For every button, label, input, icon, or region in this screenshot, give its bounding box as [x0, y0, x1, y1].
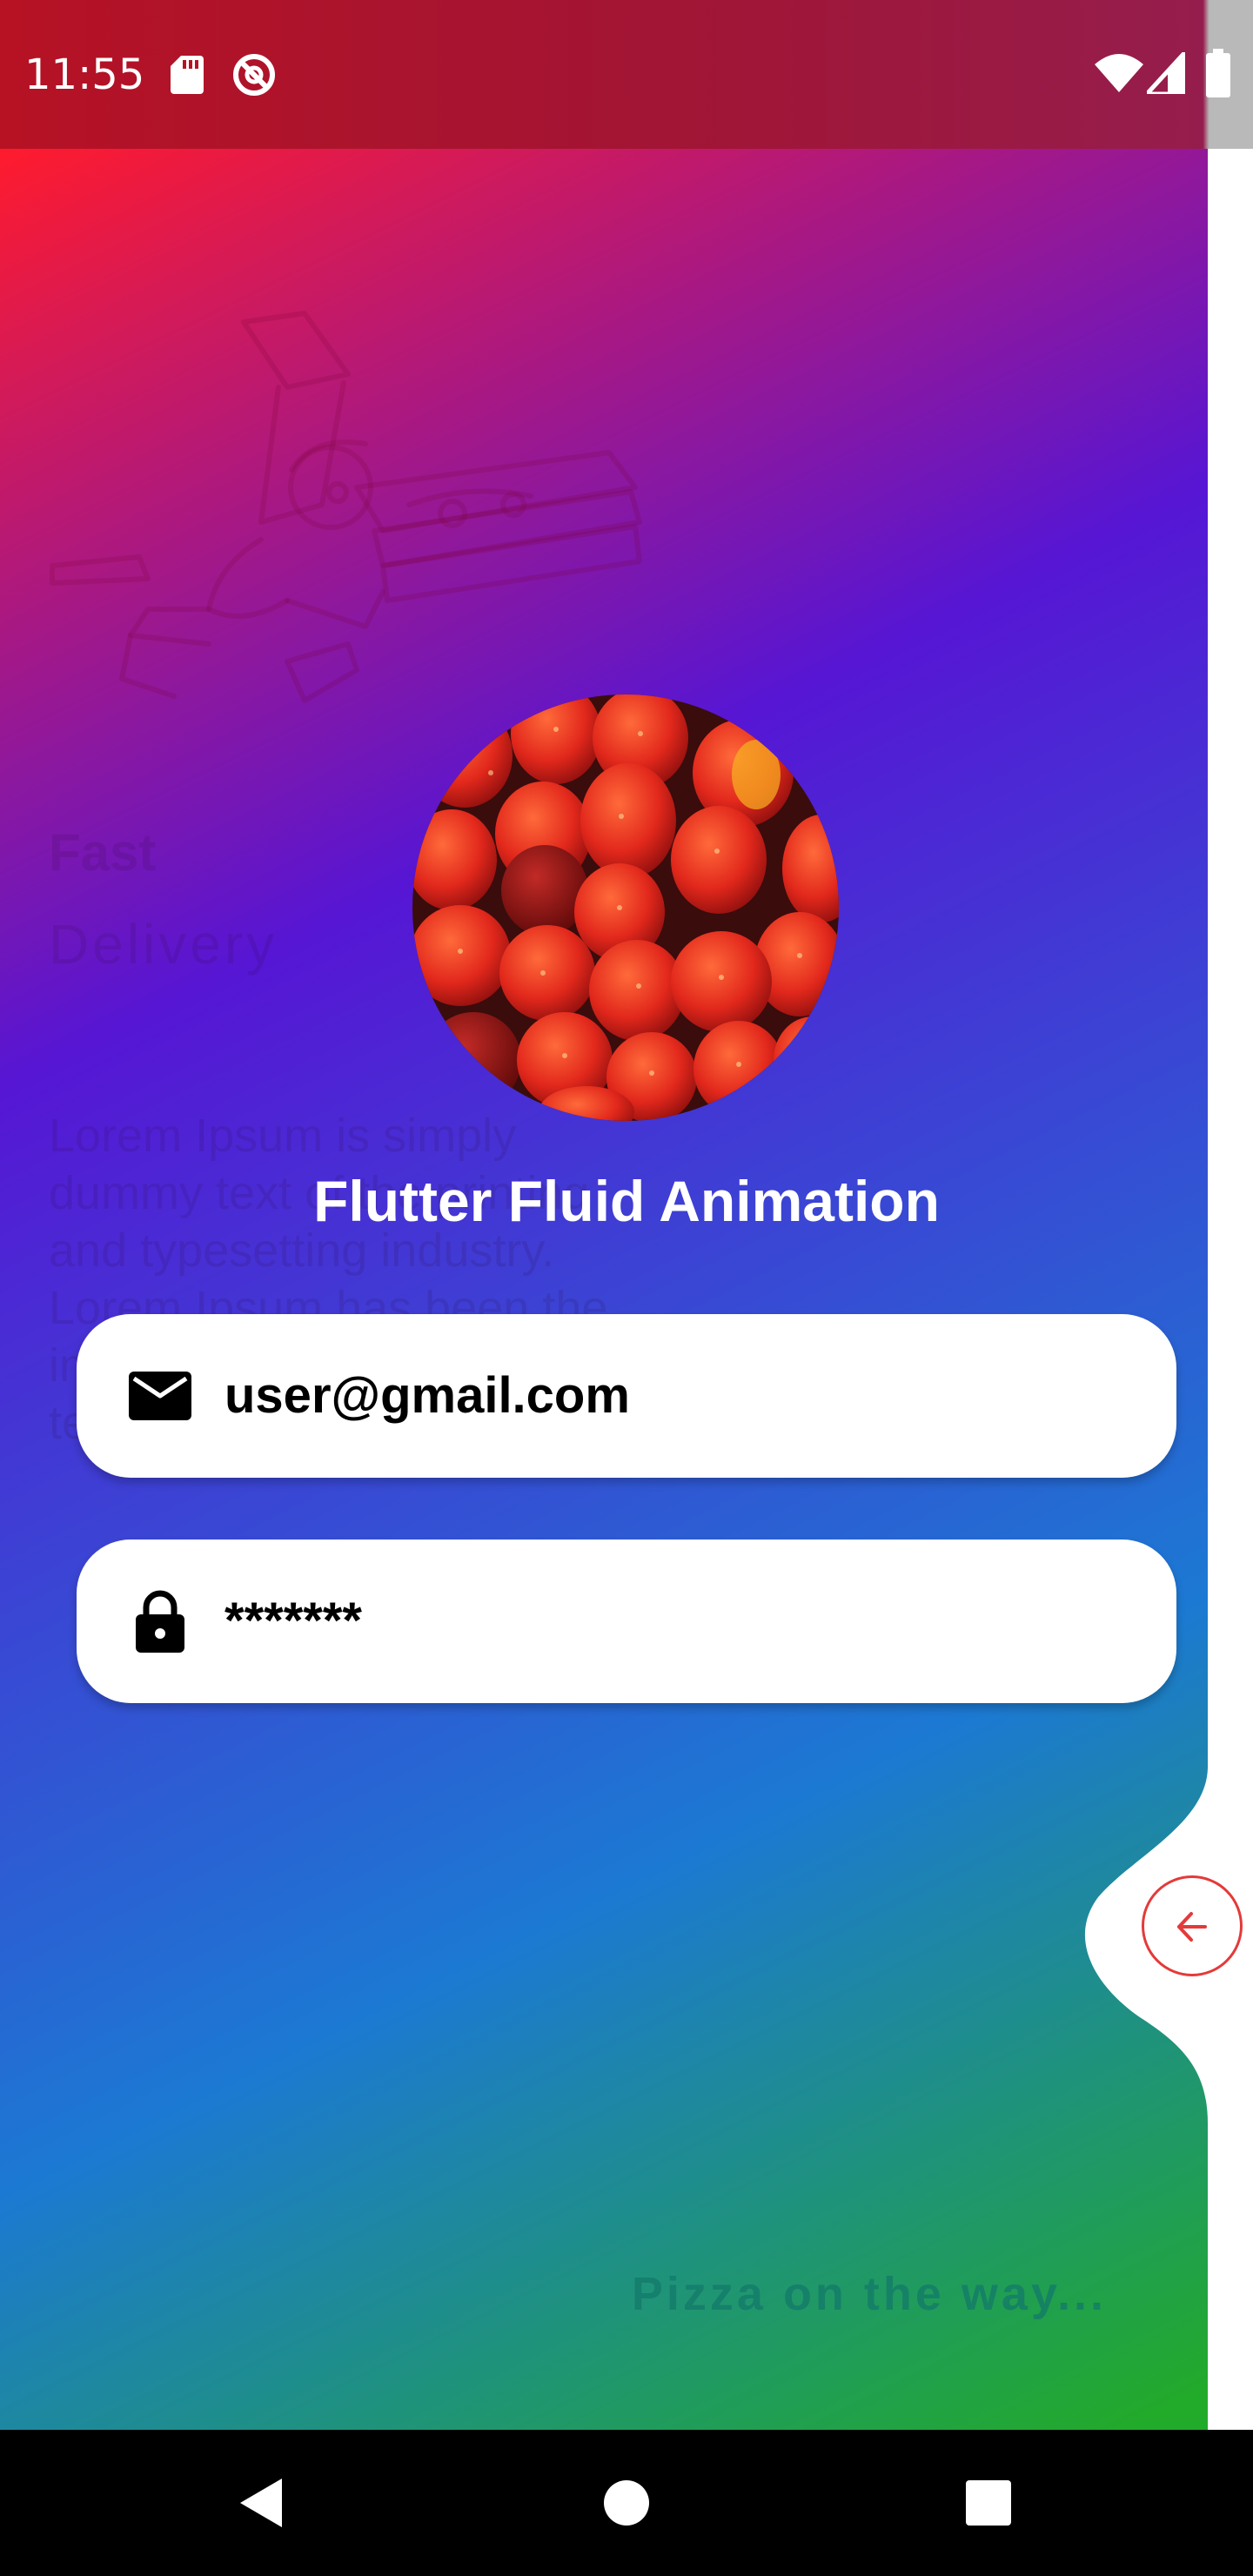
- background-title: Fast: [49, 823, 157, 882]
- signal-icon: [1147, 52, 1185, 94]
- battery-icon: [1206, 49, 1230, 97]
- back-button[interactable]: [1142, 1875, 1243, 1976]
- sd-card-icon: [171, 56, 204, 94]
- navigation-bar: [0, 2430, 1253, 2576]
- strawberries-image: [412, 694, 839, 1121]
- status-bar: 11:55: [0, 0, 1253, 149]
- home-icon[interactable]: [602, 2466, 651, 2539]
- wifi-icon: [1095, 54, 1143, 92]
- status-time: 11:55: [24, 50, 145, 99]
- bottom-caption: Pizza on the way...: [631, 2268, 1107, 2320]
- mail-icon: [129, 1372, 191, 1420]
- back-icon[interactable]: [233, 2466, 285, 2539]
- email-field[interactable]: user@gmail.com: [77, 1314, 1176, 1478]
- password-field[interactable]: *******: [77, 1540, 1176, 1703]
- recents-icon[interactable]: [964, 2466, 1013, 2539]
- do-not-disturb-icon: [233, 54, 275, 96]
- lock-icon: [136, 1590, 184, 1653]
- password-value: *******: [224, 1593, 362, 1649]
- app-title: Flutter Fluid Animation: [313, 1169, 940, 1233]
- email-value: user@gmail.com: [224, 1367, 630, 1424]
- background-subtitle: Delivery: [49, 913, 278, 976]
- arrow-left-icon: [1177, 1912, 1207, 1942]
